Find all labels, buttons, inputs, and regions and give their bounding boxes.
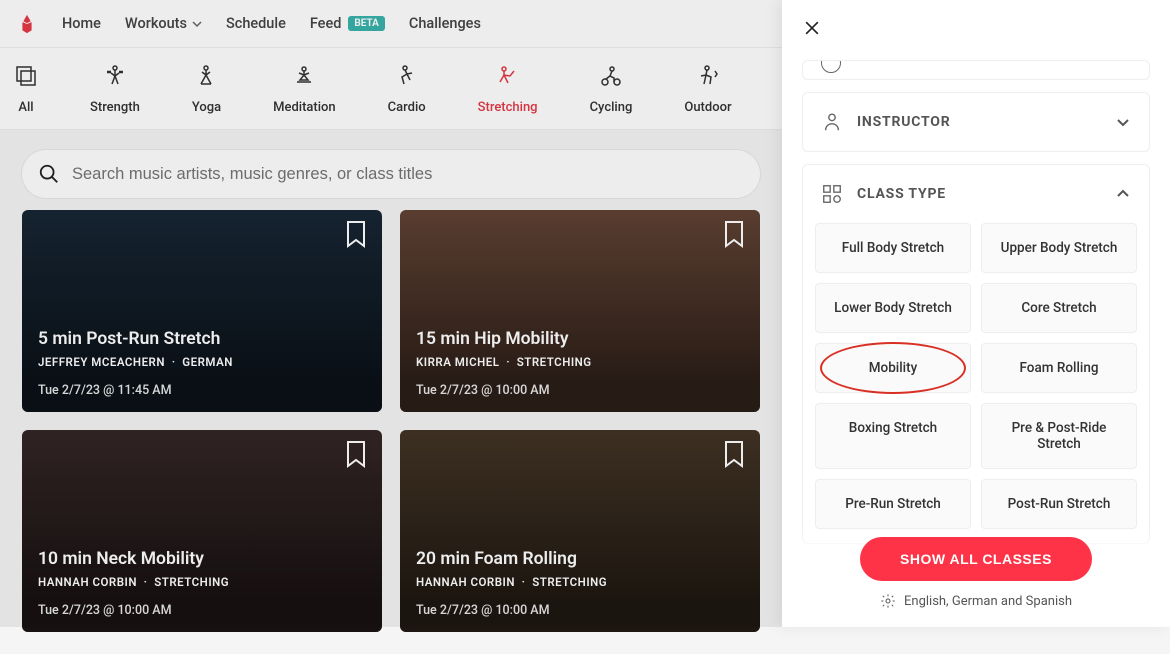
filter-class-type-header[interactable]: CLASS TYPE <box>803 165 1149 223</box>
filter-instructor-title: INSTRUCTOR <box>857 114 1101 130</box>
class-type-chip[interactable]: Boxing Stretch <box>815 403 971 469</box>
class-type-chip[interactable]: Pre & Post-Ride Stretch <box>981 403 1137 469</box>
filter-collapsed-partial <box>802 60 1150 80</box>
panel-footer: SHOW ALL CLASSES English, German and Spa… <box>782 527 1170 627</box>
class-type-chip[interactable]: Foam Rolling <box>981 343 1137 393</box>
class-type-chip[interactable]: Core Stretch <box>981 283 1137 333</box>
close-icon <box>802 18 822 38</box>
backdrop-overlay[interactable] <box>0 0 782 627</box>
class-type-chip[interactable]: Mobility <box>815 343 971 393</box>
filter-partial-icon <box>821 60 841 73</box>
filter-instructor-header[interactable]: INSTRUCTOR <box>803 93 1149 151</box>
person-icon <box>821 111 843 133</box>
class-type-chip[interactable]: Lower Body Stretch <box>815 283 971 333</box>
language-list-text: English, German and Spanish <box>904 594 1072 609</box>
show-all-classes-button[interactable]: SHOW ALL CLASSES <box>860 537 1092 581</box>
chevron-up-icon <box>1115 186 1131 202</box>
filter-instructor: INSTRUCTOR <box>802 92 1150 152</box>
gear-icon <box>880 593 896 609</box>
class-type-chip[interactable]: Full Body Stretch <box>815 223 971 273</box>
class-type-chip[interactable]: Pre-Run Stretch <box>815 479 971 529</box>
chevron-down-icon <box>1115 114 1131 130</box>
filter-class-type: CLASS TYPE Full Body StretchUpper Body S… <box>802 164 1150 544</box>
grid-icon <box>821 183 843 205</box>
close-button[interactable] <box>802 18 822 42</box>
language-settings-line[interactable]: English, German and Spanish <box>802 593 1150 609</box>
filter-class-type-title: CLASS TYPE <box>857 186 1101 202</box>
class-type-chip[interactable]: Upper Body Stretch <box>981 223 1137 273</box>
filter-panel: INSTRUCTOR CLASS TYPE Full Body StretchU… <box>782 0 1170 627</box>
class-type-chip[interactable]: Post-Run Stretch <box>981 479 1137 529</box>
